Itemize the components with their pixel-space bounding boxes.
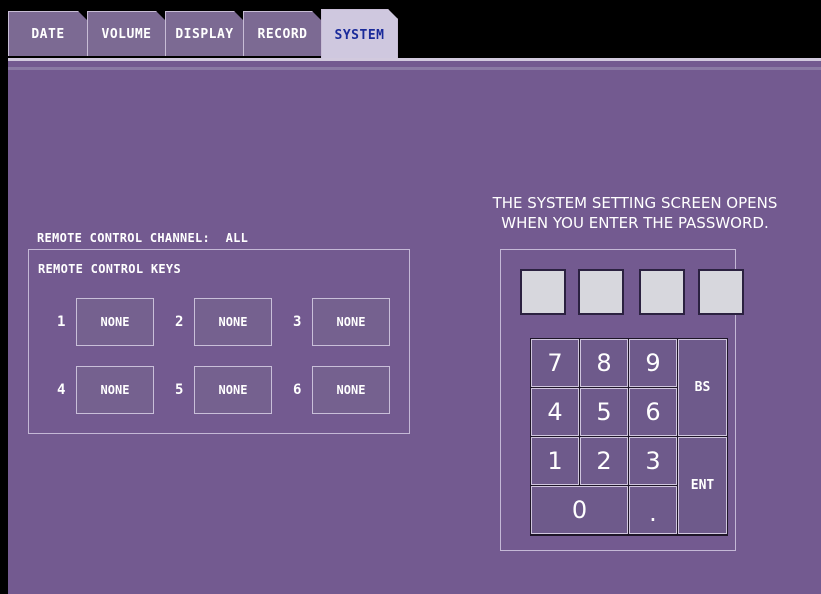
key-number-5: 5 [175, 382, 184, 398]
key-number-4: 4 [57, 382, 66, 398]
password-digit-2 [578, 269, 624, 315]
keypad-7-button[interactable]: 7 [531, 339, 579, 387]
keypad-3-button[interactable]: 3 [629, 437, 677, 485]
remote-key-6-button[interactable]: NONE [312, 366, 390, 414]
remote-channel-label: REMOTE CONTROL CHANNEL: ALL [37, 231, 248, 245]
keypad-6-button[interactable]: 6 [629, 388, 677, 436]
remote-channel-value[interactable]: ALL [226, 231, 249, 245]
remote-key-5-button[interactable]: NONE [194, 366, 272, 414]
keypad-5-button[interactable]: 5 [580, 388, 628, 436]
keypad-9-button[interactable]: 9 [629, 339, 677, 387]
key-number-6: 6 [293, 382, 302, 398]
tab-record[interactable]: RECORD [243, 11, 322, 56]
password-message-line2: WHEN YOU ENTER THE PASSWORD. [501, 214, 769, 232]
tab-system[interactable]: SYSTEM [321, 9, 398, 60]
password-frame: 7 8 9 4 5 6 1 2 3 0 . BS ENT [500, 249, 744, 551]
remote-keys-label: REMOTE CONTROL KEYS [38, 262, 181, 276]
key-number-1: 1 [57, 314, 66, 330]
keypad-4-button[interactable]: 4 [531, 388, 579, 436]
password-digit-1 [520, 269, 566, 315]
password-digit-3 [639, 269, 685, 315]
key-number-2: 2 [175, 314, 184, 330]
key-number-3: 3 [293, 314, 302, 330]
keypad-dot-button[interactable]: . [629, 486, 677, 534]
tab-date[interactable]: DATE [8, 11, 88, 56]
tab-bar: DATE VOLUME DISPLAY RECORD SYSTEM [0, 0, 821, 60]
tab-volume[interactable]: VOLUME [87, 11, 166, 56]
keypad-8-button[interactable]: 8 [580, 339, 628, 387]
remote-keys-frame: REMOTE CONTROL KEYS 1 NONE 2 NONE 3 NONE… [28, 249, 410, 434]
remote-key-2-button[interactable]: NONE [194, 298, 272, 346]
remote-key-1-button[interactable]: NONE [76, 298, 154, 346]
remote-key-4-button[interactable]: NONE [76, 366, 154, 414]
remote-channel-label-text: REMOTE CONTROL CHANNEL: [37, 231, 211, 245]
password-message-line1: THE SYSTEM SETTING SCREEN OPENS [492, 194, 778, 212]
keypad-0-button[interactable]: 0 [531, 486, 628, 534]
password-digit-4 [698, 269, 744, 315]
keypad-enter-button[interactable]: ENT [678, 437, 727, 534]
system-panel: REMOTE CONTROL CHANNEL: ALL REMOTE CONTR… [8, 58, 821, 594]
panel-divider [8, 67, 821, 70]
keypad-1-button[interactable]: 1 [531, 437, 579, 485]
tab-display[interactable]: DISPLAY [165, 11, 244, 56]
remote-key-3-button[interactable]: NONE [312, 298, 390, 346]
keypad-backspace-button[interactable]: BS [678, 339, 727, 436]
keypad-2-button[interactable]: 2 [580, 437, 628, 485]
password-message: THE SYSTEM SETTING SCREEN OPENS WHEN YOU… [470, 193, 800, 233]
